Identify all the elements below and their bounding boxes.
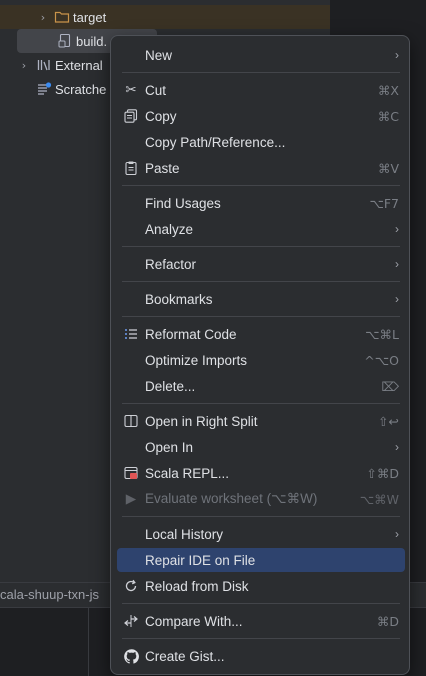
menu-item-repair-ide[interactable]: Repair IDE on File: [117, 548, 405, 572]
menu-separator: [122, 246, 400, 247]
github-icon: [123, 648, 139, 664]
chevron-right-icon: ›: [395, 527, 399, 541]
menu-item-label: Delete...: [145, 378, 196, 394]
menu-item-bookmarks[interactable]: Bookmarks ›: [117, 287, 405, 311]
clipboard-icon: [123, 160, 139, 176]
menu-item-find-usages[interactable]: Find Usages ⌥F7: [117, 191, 405, 215]
menu-item-shortcut: ⌥⌘L: [365, 326, 399, 342]
menu-separator: [122, 638, 400, 639]
menu-item-shortcut: ^⌥O: [364, 352, 399, 368]
menu-item-shortcut: ⇧↩: [378, 413, 399, 429]
tree-item-external-libraries[interactable]: › External: [0, 53, 103, 77]
menu-item-shortcut: ⌦: [381, 378, 399, 394]
menu-separator: [122, 516, 400, 517]
menu-item-copy[interactable]: Copy ⌘C: [117, 104, 405, 128]
menu-item-shortcut: ⌘V: [377, 160, 399, 176]
menu-item-label: Open in Right Split: [145, 413, 258, 429]
menu-item-refactor[interactable]: Refactor ›: [117, 252, 405, 276]
menu-separator: [122, 281, 400, 282]
file-lock-icon: [57, 33, 73, 49]
menu-item-label: Find Usages: [145, 195, 221, 211]
menu-item-label: Reload from Disk: [145, 578, 249, 594]
menu-separator: [122, 603, 400, 604]
menu-item-label: Analyze: [145, 221, 194, 237]
tree-item-label: Scratche: [55, 81, 107, 97]
menu-item-optimize-imports[interactable]: Optimize Imports ^⌥O: [117, 348, 405, 372]
menu-item-delete[interactable]: Delete... ⌦: [117, 374, 405, 398]
menu-item-shortcut: ⇧⌘D: [366, 465, 399, 481]
console-icon: [123, 465, 139, 481]
menu-item-label: Scala REPL...: [145, 465, 230, 481]
chevron-right-icon[interactable]: ›: [37, 11, 49, 24]
menu-item-evaluate-worksheet[interactable]: ▶ Evaluate worksheet (⌥⌘W) ⌥⌘W: [117, 487, 405, 511]
menu-item-compare-with[interactable]: Compare With... ⌘D: [117, 609, 405, 633]
menu-item-label: Bookmarks: [145, 291, 213, 307]
library-icon: [36, 57, 52, 73]
chevron-right-icon: ›: [395, 48, 399, 62]
scratches-icon: [36, 81, 52, 97]
menu-item-label: Refactor: [145, 256, 197, 272]
menu-item-open-in-right-split[interactable]: Open in Right Split ⇧↩: [117, 409, 405, 433]
menu-item-reload-from-disk[interactable]: Reload from Disk: [117, 574, 405, 598]
menu-separator: [122, 72, 400, 73]
scissors-icon: ✂: [125, 82, 137, 97]
menu-item-label: Evaluate worksheet (⌥⌘W): [145, 491, 318, 506]
menu-item-label: Copy Path/Reference...: [145, 134, 286, 150]
menu-item-reformat-code[interactable]: Reformat Code ⌥⌘L: [117, 322, 405, 346]
chevron-right-icon: ›: [395, 292, 399, 306]
menu-item-label: Cut: [145, 82, 167, 98]
menu-separator: [122, 185, 400, 186]
chevron-right-icon: ›: [395, 440, 399, 454]
compare-icon: [123, 613, 139, 629]
folder-icon: [54, 9, 70, 25]
chevron-right-icon: ›: [395, 222, 399, 236]
tree-item-label: target: [73, 9, 107, 25]
menu-item-scala-repl[interactable]: Scala REPL... ⇧⌘D: [117, 461, 405, 485]
menu-item-analyze[interactable]: Analyze ›: [117, 217, 405, 241]
split-view-icon: [123, 413, 139, 429]
menu-item-label: Copy: [145, 108, 177, 124]
chevron-right-icon: ›: [395, 257, 399, 271]
menu-item-shortcut: ⌥F7: [369, 195, 399, 211]
reload-icon: [123, 578, 139, 594]
chevron-right-icon[interactable]: ›: [18, 59, 30, 72]
menu-item-label: Optimize Imports: [145, 352, 248, 368]
panel-divider: [88, 608, 89, 676]
menu-item-label: Paste: [145, 160, 180, 176]
tree-item-scratches[interactable]: Scratche: [0, 77, 106, 101]
copy-icon: [123, 108, 139, 124]
menu-item-shortcut: ⌘D: [376, 613, 399, 629]
menu-item-label: Repair IDE on File: [145, 552, 256, 568]
menu-item-shortcut: ⌥⌘W: [359, 491, 399, 507]
menu-separator: [122, 403, 400, 404]
menu-separator: [122, 316, 400, 317]
menu-item-label: Open In: [145, 439, 194, 455]
tree-item-label: External: [55, 57, 103, 73]
menu-item-shortcut: ⌘X: [377, 82, 399, 98]
menu-item-create-gist[interactable]: Create Gist...: [117, 644, 405, 668]
menu-item-open-in[interactable]: Open In ›: [117, 435, 405, 459]
menu-item-label: Compare With...: [145, 613, 243, 629]
menu-item-shortcut: ⌘C: [377, 108, 399, 124]
menu-item-new[interactable]: New ›: [117, 43, 405, 67]
run-icon: ▶: [125, 491, 137, 506]
menu-item-paste[interactable]: Paste ⌘V: [117, 156, 405, 180]
menu-item-label: Reformat Code: [145, 326, 237, 342]
status-bar-path[interactable]: cala-shuup-txn-js: [0, 587, 99, 602]
menu-item-copy-path[interactable]: Copy Path/Reference...: [117, 130, 405, 154]
context-menu: New › ✂ Cut ⌘X Copy ⌘C Copy Path/Referen…: [110, 35, 410, 675]
menu-item-label: New: [145, 47, 173, 63]
menu-item-label: Create Gist...: [145, 648, 225, 664]
tree-item-target[interactable]: › target: [0, 5, 330, 29]
menu-item-local-history[interactable]: Local History ›: [117, 522, 405, 546]
menu-item-cut[interactable]: ✂ Cut ⌘X: [117, 78, 405, 102]
reformat-icon: [123, 326, 139, 342]
tree-item-label: build.: [76, 33, 108, 49]
menu-item-label: Local History: [145, 526, 224, 542]
